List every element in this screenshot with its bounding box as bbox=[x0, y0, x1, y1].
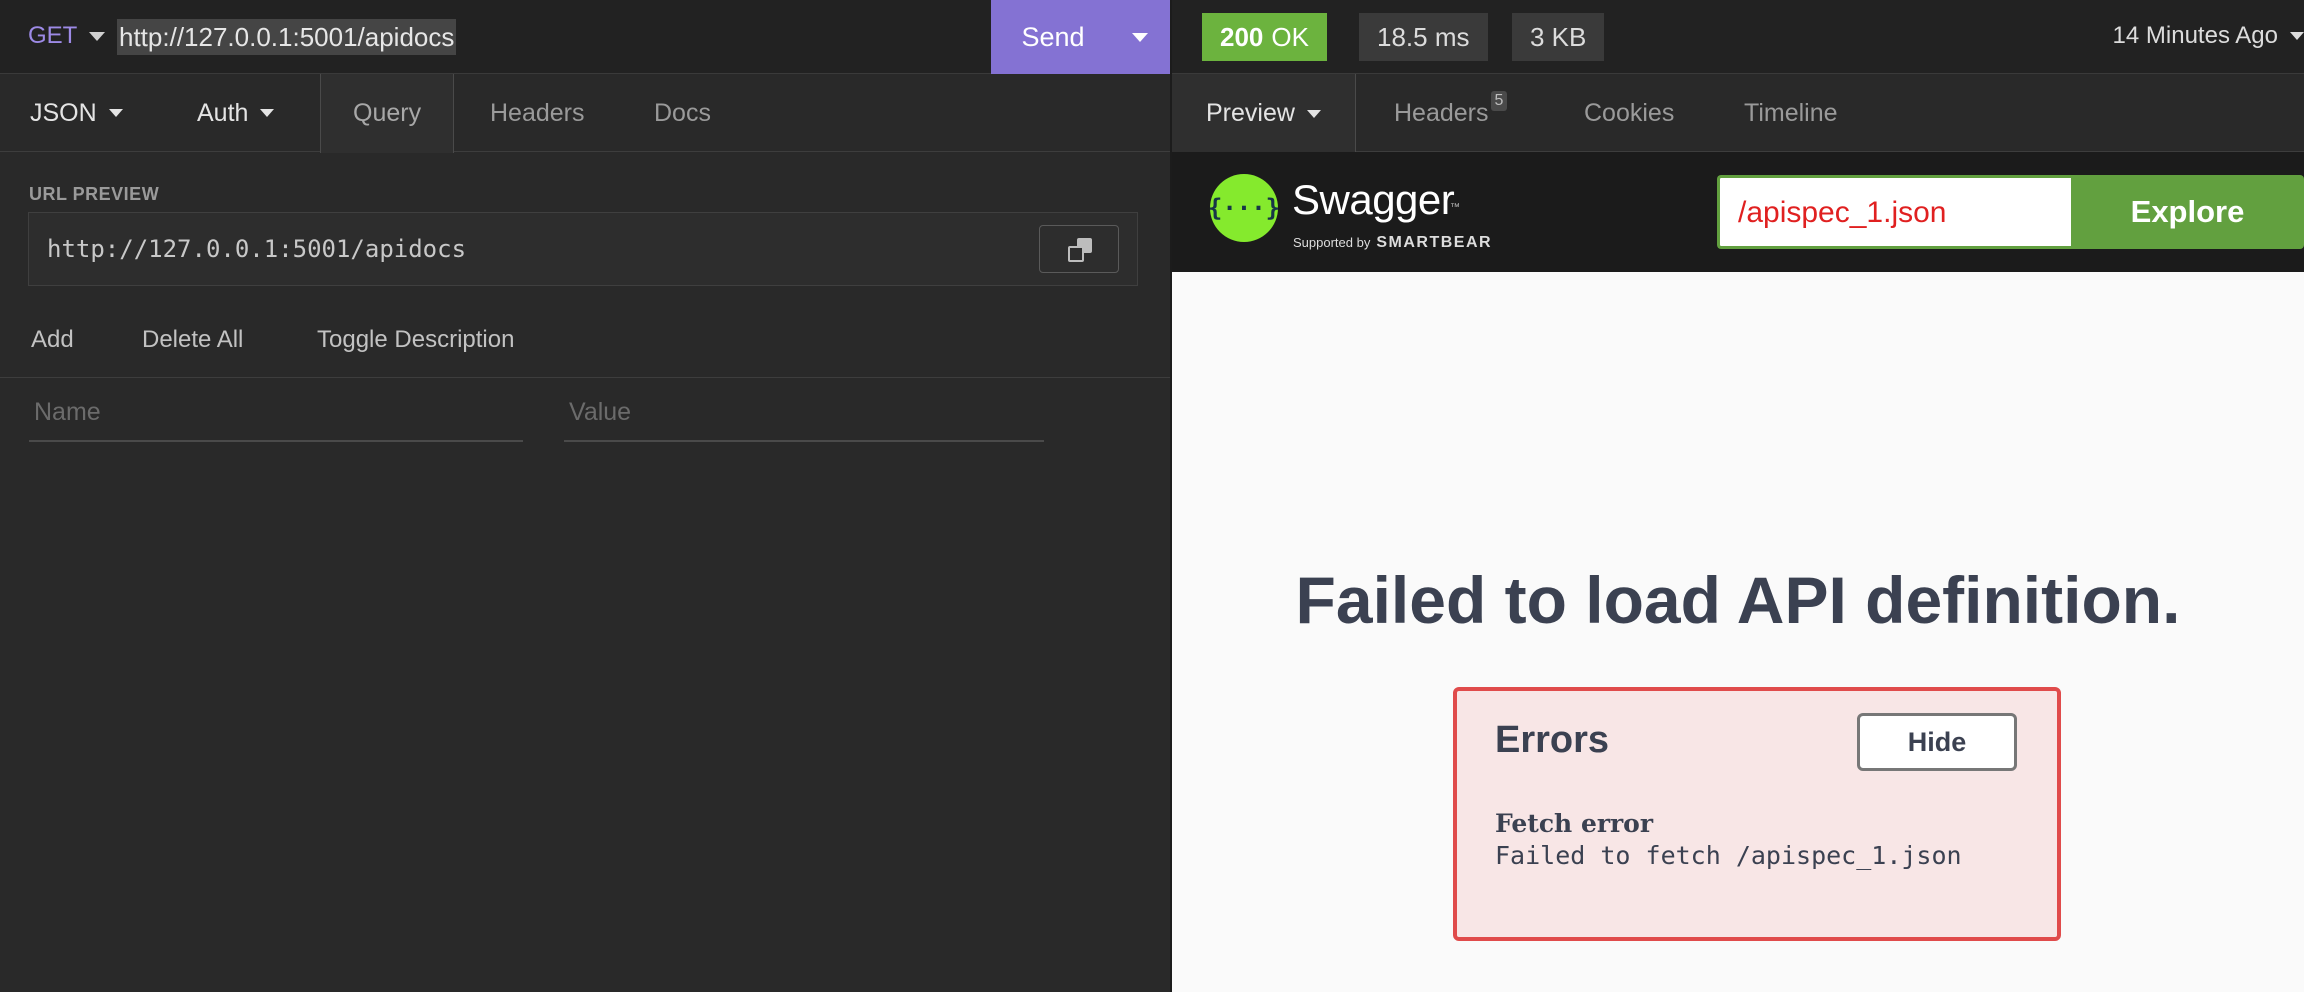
history-dropdown[interactable]: 14 Minutes Ago bbox=[2113, 22, 2304, 50]
tab-response-headers-label: Headers bbox=[1394, 98, 1489, 127]
url-preview-box: http://127.0.0.1:5001/apidocs bbox=[28, 212, 1138, 286]
headers-count-badge: 5 bbox=[1490, 91, 1508, 111]
send-options-chevron-icon[interactable] bbox=[1132, 33, 1148, 42]
tab-auth[interactable]: Auth bbox=[197, 74, 275, 152]
url-preview-value: http://127.0.0.1:5001/apidocs bbox=[47, 235, 467, 263]
param-value-input[interactable]: Value bbox=[564, 388, 1044, 442]
swagger-supported-by: Supported by SMARTBEAR bbox=[1293, 234, 1492, 252]
response-size-badge: 3 KB bbox=[1512, 13, 1605, 61]
toggle-description-button[interactable]: Toggle Description bbox=[317, 326, 514, 354]
tab-cookies[interactable]: Cookies bbox=[1584, 74, 1674, 152]
spec-url-input[interactable]: /apispec_1.json bbox=[1717, 175, 2071, 249]
response-status-bar: 200 OK 18.5 ms 3 KB 14 Minutes Ago bbox=[1172, 0, 2304, 74]
query-actions: Add Delete All Toggle Description bbox=[0, 310, 1170, 378]
tab-body-json[interactable]: JSON bbox=[30, 74, 123, 152]
response-time-badge: 18.5 ms bbox=[1359, 13, 1488, 61]
swagger-trademark: ™ bbox=[1450, 202, 1460, 213]
explore-button[interactable]: Explore bbox=[2071, 175, 2304, 249]
chevron-down-icon bbox=[260, 109, 275, 117]
error-type: Fetch error bbox=[1495, 809, 1654, 838]
chevron-down-icon bbox=[1306, 109, 1321, 118]
tab-cookies-label: Cookies bbox=[1584, 98, 1675, 127]
swagger-topbar: {···} Swagger ™ Supported by SMARTBEAR /a… bbox=[1172, 152, 2304, 272]
status-badge: 200 OK bbox=[1202, 13, 1327, 61]
url-bar: GET http://127.0.0.1:5001/apidocs Send bbox=[0, 0, 1170, 74]
swagger-preview: {···} Swagger ™ Supported by SMARTBEAR /a… bbox=[1172, 152, 2304, 992]
swagger-logo-icon: {···} bbox=[1208, 174, 1280, 242]
chevron-down-icon bbox=[108, 109, 123, 117]
request-tabs: JSON Auth Query Headers Docs bbox=[0, 74, 1170, 153]
send-button[interactable]: Send bbox=[991, 0, 1170, 74]
tab-auth-label: Auth bbox=[197, 98, 249, 127]
tab-query[interactable]: Query bbox=[320, 74, 455, 153]
method-selector[interactable]: GET bbox=[28, 22, 106, 50]
response-pane: 200 OK 18.5 ms 3 KB 14 Minutes Ago Previ… bbox=[1172, 0, 2304, 992]
errors-panel: Errors Hide Fetch error Failed to fetch … bbox=[1453, 687, 2061, 941]
url-preview-label: URL PREVIEW bbox=[29, 184, 160, 204]
tab-headers-label: Headers bbox=[490, 98, 585, 127]
method-label: GET bbox=[28, 22, 78, 49]
tab-docs[interactable]: Docs bbox=[654, 74, 711, 152]
tab-timeline-label: Timeline bbox=[1744, 98, 1838, 127]
errors-title: Errors bbox=[1495, 719, 1610, 761]
tab-timeline[interactable]: Timeline bbox=[1744, 74, 1838, 152]
tab-docs-label: Docs bbox=[654, 98, 711, 127]
hide-errors-button[interactable]: Hide bbox=[1857, 713, 2017, 771]
add-param-button[interactable]: Add bbox=[31, 326, 74, 354]
request-pane: GET http://127.0.0.1:5001/apidocs Send J… bbox=[0, 0, 1170, 992]
tab-headers[interactable]: Headers bbox=[490, 74, 585, 152]
tab-preview[interactable]: Preview bbox=[1172, 74, 1356, 153]
tab-response-headers[interactable]: Headers 5 bbox=[1394, 74, 1508, 152]
error-message: Failed to fetch /apispec_1.json bbox=[1495, 841, 1962, 870]
smartbear-text: SMARTBEAR bbox=[1376, 234, 1493, 251]
copy-url-button[interactable] bbox=[1039, 225, 1119, 273]
chevron-down-icon bbox=[89, 31, 106, 41]
supported-by-text: Supported by bbox=[1293, 235, 1371, 250]
tab-body-label: JSON bbox=[30, 98, 97, 127]
history-label: 14 Minutes Ago bbox=[2112, 22, 2278, 49]
chevron-down-icon bbox=[2290, 32, 2304, 40]
status-text: OK bbox=[1271, 21, 1309, 52]
copy-icon bbox=[1068, 238, 1092, 262]
tab-preview-label: Preview bbox=[1206, 99, 1295, 127]
tab-query-label: Query bbox=[353, 99, 422, 127]
response-tabs: Preview Headers 5 Cookies Timeline bbox=[1172, 74, 2304, 153]
failed-title: Failed to load API definition. bbox=[1295, 563, 2181, 637]
swagger-brand-name: Swagger bbox=[1292, 176, 1455, 223]
send-label: Send bbox=[1021, 21, 1085, 52]
url-input[interactable]: http://127.0.0.1:5001/apidocs bbox=[117, 19, 457, 55]
param-name-input[interactable]: Name bbox=[29, 388, 523, 442]
delete-all-button[interactable]: Delete All bbox=[142, 326, 243, 354]
status-code: 200 bbox=[1220, 21, 1264, 52]
